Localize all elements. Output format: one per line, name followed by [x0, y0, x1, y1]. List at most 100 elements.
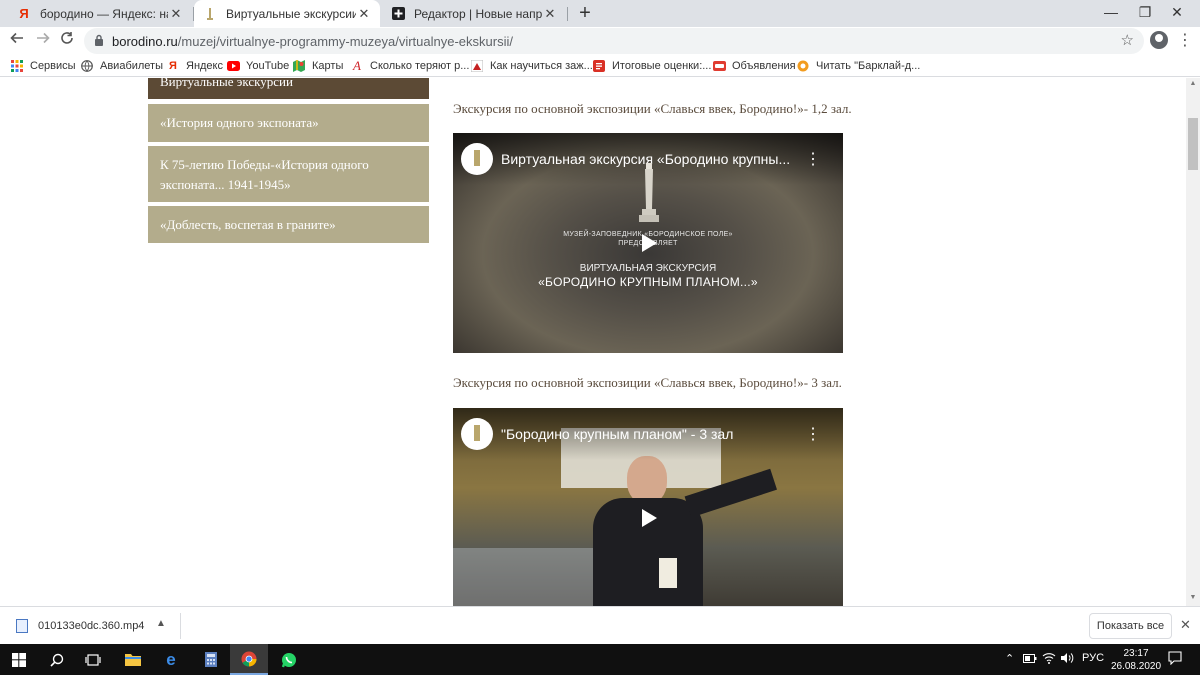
monument-icon	[639, 163, 659, 222]
page-content: Виртуальные экскурсии «История одного эк…	[0, 78, 1186, 606]
download-bar: 010133e0dc.360.mp4 ▲ Показать все ✕	[0, 606, 1200, 644]
overlay-virtual-excursion: ВИРТУАЛЬНАЯ ЭКСКУРСИЯ	[579, 263, 717, 274]
page-scrollbar[interactable]: ▲ ▼	[1186, 78, 1200, 606]
reload-icon	[61, 32, 73, 44]
bookmark-aviabilety[interactable]: Авиабилеты	[80, 58, 163, 74]
sidebar-item-victory-75[interactable]: К 75-летию Победы-«История одного экспон…	[148, 146, 429, 202]
windows-start-icon[interactable]	[0, 644, 38, 675]
url-path: /muzej/virtualnye-programmy-muzeya/virtu…	[177, 34, 513, 49]
borodino-icon	[202, 6, 218, 22]
file-icon	[16, 619, 28, 633]
close-window-button[interactable]: ✕	[1154, 0, 1200, 27]
ads-icon	[712, 59, 726, 73]
image-icon	[470, 59, 484, 73]
back-button[interactable]	[6, 30, 28, 52]
video-menu-icon[interactable]: ⋮	[805, 149, 821, 169]
name-badge	[659, 558, 677, 588]
channel-avatar[interactable]	[461, 418, 493, 450]
file-explorer-icon[interactable]	[114, 644, 152, 675]
close-icon[interactable]: ✕	[1180, 617, 1191, 633]
forward-button[interactable]	[32, 30, 54, 52]
lock-icon	[95, 34, 103, 46]
close-icon[interactable]: ✕	[542, 6, 558, 22]
language-indicator[interactable]: РУС	[1082, 652, 1104, 664]
overlay-borodino-closeup: «БОРОДИНО КРУПНЫМ ПЛАНОМ...»	[538, 275, 758, 289]
video-title[interactable]: "Бородино крупным планом" - 3 зал	[501, 426, 733, 442]
tab-virtual-excursions[interactable]: Виртуальные экскурсии - Бород ✕	[194, 0, 380, 27]
play-icon[interactable]	[637, 507, 659, 529]
bookmark-label: Авиабилеты	[100, 60, 164, 72]
close-icon[interactable]: ✕	[168, 6, 184, 22]
task-view-icon[interactable]	[74, 644, 112, 675]
edge-browser-icon[interactable]: e	[152, 644, 190, 675]
bookmark-yandex[interactable]: Я Яндекс	[166, 58, 223, 74]
reload-button[interactable]	[56, 30, 78, 52]
bookmarks-bar: Сервисы Авиабилеты Я Яндекс YouTube Карт…	[0, 55, 1200, 77]
editor-plus-icon	[390, 6, 406, 22]
bookmark-kak-nauchitsya[interactable]: Как научиться заж...	[470, 58, 593, 74]
letter-a-icon: A	[353, 58, 361, 73]
apps-grid-icon	[10, 59, 24, 73]
tab-yandex-search[interactable]: Я бородино — Яндекс: нашлось 8 ✕	[8, 0, 192, 27]
scroll-up-icon[interactable]: ▲	[1186, 80, 1200, 87]
sidebar-item-history-exhibit[interactable]: «История одного экспоната»	[148, 104, 429, 142]
chevron-up-icon[interactable]: ⌃	[1005, 652, 1014, 665]
bookmark-label: Читать "Барклай-д...	[816, 60, 921, 72]
chrome-icon[interactable]	[230, 644, 268, 675]
yandex-icon: Я	[169, 60, 177, 72]
channel-avatar[interactable]	[461, 143, 493, 175]
tab-editor[interactable]: Редактор | Новые направления ✕	[382, 0, 566, 27]
tab-title: Редактор | Новые направления	[414, 6, 542, 21]
address-bar[interactable]: borodino.ru/muzej/virtualnye-programmy-m…	[84, 28, 1144, 54]
browser-menu-button[interactable]: ⋮	[1177, 30, 1193, 50]
new-tab-button[interactable]: +	[574, 3, 596, 25]
guide-figure	[593, 456, 777, 606]
profile-avatar[interactable]	[1150, 31, 1168, 49]
document-icon	[592, 59, 606, 73]
clock-date: 26.08.2020	[1110, 661, 1162, 672]
browser-toolbar: borodino.ru/muzej/virtualnye-programmy-m…	[0, 27, 1200, 55]
bookmark-barklay[interactable]: Читать "Барклай-д...	[796, 58, 920, 74]
bookmark-star-icon[interactable]: ☆	[1121, 31, 1134, 49]
calculator-icon[interactable]	[192, 644, 230, 675]
bookmark-label: Сервисы	[30, 60, 76, 72]
scroll-down-icon[interactable]: ▼	[1186, 594, 1200, 601]
volume-icon[interactable]	[1060, 652, 1074, 667]
bookmark-obyavleniya[interactable]: Объявления	[712, 58, 796, 74]
bookmark-label: Яндекс	[186, 60, 223, 72]
arrow-left-icon	[10, 32, 23, 44]
bookmark-label: Объявления	[732, 60, 796, 72]
maps-icon	[292, 59, 306, 73]
bookmark-maps[interactable]: Карты	[292, 58, 343, 74]
battery-icon[interactable]	[1023, 654, 1037, 666]
whatsapp-icon[interactable]	[270, 644, 308, 675]
bookmark-label: Карты	[312, 60, 344, 72]
wifi-icon[interactable]	[1042, 652, 1056, 667]
video-menu-icon[interactable]: ⋮	[805, 424, 821, 444]
close-icon[interactable]: ✕	[356, 6, 372, 22]
globe-icon	[80, 59, 94, 73]
url-domain: borodino.ru	[112, 34, 178, 49]
tab-title: Виртуальные экскурсии - Бород	[226, 6, 356, 21]
play-icon[interactable]	[637, 232, 659, 254]
bookmark-label: Как научиться заж...	[490, 60, 593, 72]
system-clock[interactable]: 23:17 26.08.2020	[1108, 647, 1164, 673]
show-all-button[interactable]: Показать все	[1089, 613, 1172, 639]
bookmark-itogovye-ocenki[interactable]: Итоговые оценки:...	[592, 58, 711, 74]
download-file-name[interactable]: 010133e0dc.360.mp4	[38, 620, 144, 632]
sidebar-item-virtual-excursions[interactable]: Виртуальные экскурсии	[148, 78, 429, 99]
clock-time: 23:17	[1123, 648, 1149, 659]
divider	[180, 613, 181, 639]
notifications-icon[interactable]	[1168, 651, 1182, 668]
sidebar-item-valor-granite[interactable]: «Доблесть, воспетая в граните»	[148, 206, 429, 243]
chevron-up-icon[interactable]: ▲	[156, 618, 166, 629]
scrollbar-thumb[interactable]	[1188, 118, 1198, 170]
bookmark-label: Итоговые оценки:...	[612, 60, 712, 72]
video-player-2[interactable]: "Бородино крупным планом" - 3 зал ⋮	[453, 408, 843, 606]
bookmark-services[interactable]: Сервисы	[10, 58, 76, 74]
bookmark-youtube[interactable]: YouTube	[226, 58, 289, 74]
bookmark-label: Сколько теряют р...	[370, 60, 470, 72]
bookmark-skolko-teryayut[interactable]: A Сколько теряют р...	[350, 58, 469, 74]
search-icon[interactable]	[38, 644, 76, 675]
video-player-1[interactable]: Виртуальная экскурсия «Бородино крупны..…	[453, 133, 843, 353]
